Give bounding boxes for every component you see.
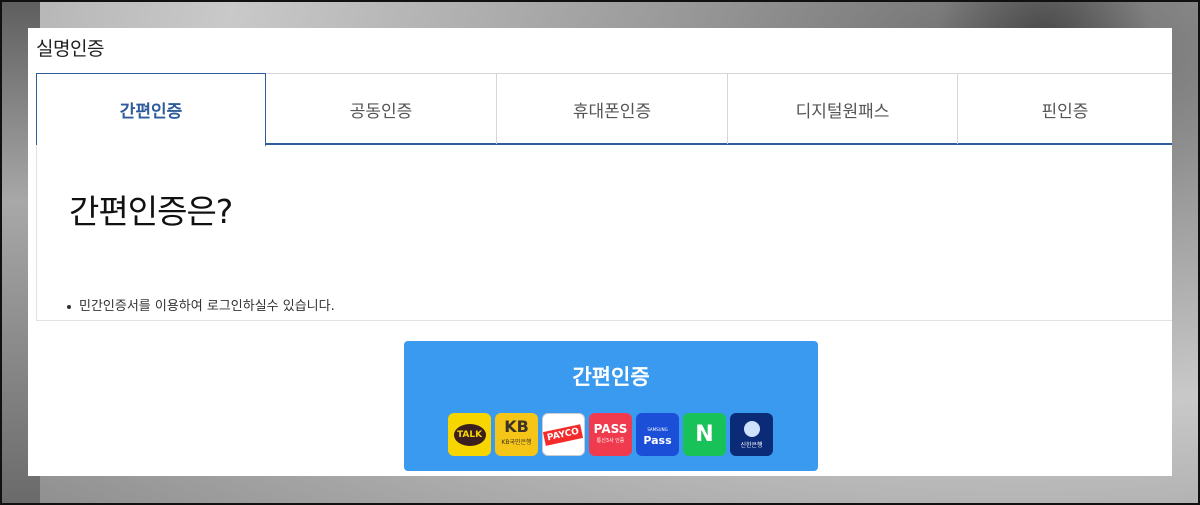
tab-digital-onepass[interactable]: 디지털원패스 [728, 74, 958, 144]
real-name-verification-card: 실명인증 간편인증 공동인증 휴대폰인증 디지털원패스 핀인증 간편인증은? 민… [28, 28, 1172, 476]
simple-auth-button-label: 간편인증 [572, 365, 650, 389]
simple-auth-button[interactable]: 간편인증 TALK KB KB국민은행 PAYCO PASS 통신3사 인증 S… [404, 341, 818, 471]
tab-pin-auth[interactable]: 핀인증 [958, 74, 1172, 144]
page-title: 실명인증 [36, 38, 104, 60]
kb-bank-icon: KB KB국민은행 [495, 413, 538, 456]
payco-icon: PAYCO [542, 413, 585, 456]
panel-description-text: 민간인증서를 이용하여 로그인하실수 있습니다. [79, 299, 335, 314]
pass-icon: PASS 통신3사 인증 [589, 413, 632, 456]
panel-heading: 간편인증은? [69, 192, 233, 231]
kakao-talk-icon: TALK [448, 413, 491, 456]
provider-logos: TALK KB KB국민은행 PAYCO PASS 통신3사 인증 SAMSUN… [448, 413, 773, 456]
auth-method-tabs: 간편인증 공동인증 휴대폰인증 디지털원패스 핀인증 [36, 73, 1172, 147]
tab-simple-auth[interactable]: 간편인증 [36, 73, 266, 147]
tab-mobile-auth[interactable]: 휴대폰인증 [497, 74, 728, 144]
panel-description: 민간인증서를 이용하여 로그인하실수 있습니다. [67, 295, 335, 314]
shinhan-emblem [743, 420, 760, 437]
bullet-dot [67, 304, 71, 309]
tab-joint-certificate[interactable]: 공동인증 [266, 74, 497, 144]
tab-panel: 간편인증은? 민간인증서를 이용하여 로그인하실수 있습니다. [36, 145, 1172, 321]
shinhan-bank-icon: 신한은행 [730, 413, 773, 456]
naver-icon: N [683, 413, 726, 456]
samsung-pass-icon: SAMSUNG Pass [636, 413, 679, 456]
